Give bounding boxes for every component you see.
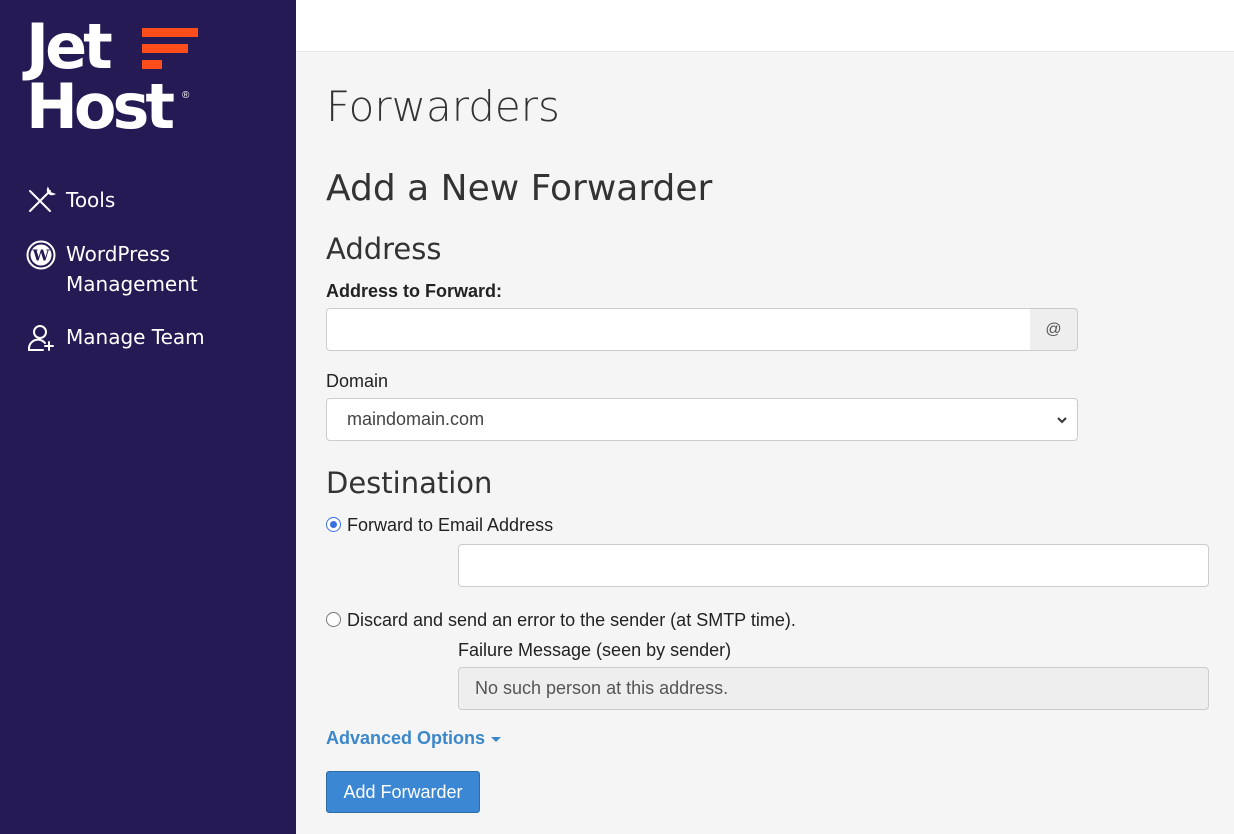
destination-heading: Destination — [326, 466, 493, 500]
sidebar-item-label: Manage Team — [66, 325, 205, 349]
caret-down-icon — [491, 736, 502, 742]
discard-label[interactable]: Discard and send an error to the sender … — [347, 610, 796, 631]
wordpress-icon: W — [26, 240, 56, 270]
forward-email-radio[interactable] — [326, 517, 341, 532]
sidebar-nav: Tools W WordPress Management Manage Team — [0, 180, 296, 371]
section-title-add-forwarder: Add a New Forwarder — [326, 168, 713, 209]
sidebar: Jet Host ® Tools W WordPress Management … — [0, 0, 296, 834]
sidebar-item-tools[interactable]: Tools — [0, 180, 296, 216]
sidebar-item-wordpress-management[interactable]: W WordPress Management — [0, 234, 296, 299]
failure-message-label: Failure Message (seen by sender) — [458, 640, 732, 660]
discard-radio[interactable] — [326, 612, 341, 627]
add-forwarder-button[interactable]: Add Forwarder — [326, 771, 480, 813]
add-user-icon — [28, 325, 54, 351]
logo-bars — [142, 28, 202, 74]
address-to-forward-label: Address to Forward: — [326, 281, 503, 301]
chevron-down-icon — [1057, 417, 1067, 424]
address-heading: Address — [326, 232, 442, 266]
advanced-options-label: Advanced Options — [326, 728, 486, 748]
address-to-forward-input[interactable] — [326, 308, 1031, 351]
svg-text:W: W — [32, 247, 51, 265]
domain-label: Domain — [326, 371, 389, 391]
sidebar-item-label: Tools — [66, 188, 116, 212]
advanced-options-toggle[interactable]: Advanced Options — [326, 728, 502, 749]
page-title: Forwarders — [326, 82, 560, 131]
registered-mark: ® — [182, 90, 190, 101]
domain-select[interactable]: maindomain.com — [326, 398, 1078, 441]
forward-email-input[interactable] — [458, 544, 1209, 587]
forward-email-label[interactable]: Forward to Email Address — [347, 515, 553, 536]
sidebar-item-manage-team[interactable]: Manage Team — [0, 317, 296, 353]
logo-line2: Host — [26, 70, 175, 143]
logo-line1: Jet — [26, 10, 113, 83]
failure-message-input[interactable] — [458, 667, 1209, 710]
tools-icon — [29, 186, 56, 212]
at-symbol-addon: @ — [1030, 308, 1078, 351]
top-bar — [296, 0, 1234, 52]
domain-selected-value: maindomain.com — [347, 409, 485, 429]
jethost-logo[interactable]: Jet Host ® — [26, 14, 226, 139]
sidebar-item-label: WordPress Management — [66, 242, 198, 296]
